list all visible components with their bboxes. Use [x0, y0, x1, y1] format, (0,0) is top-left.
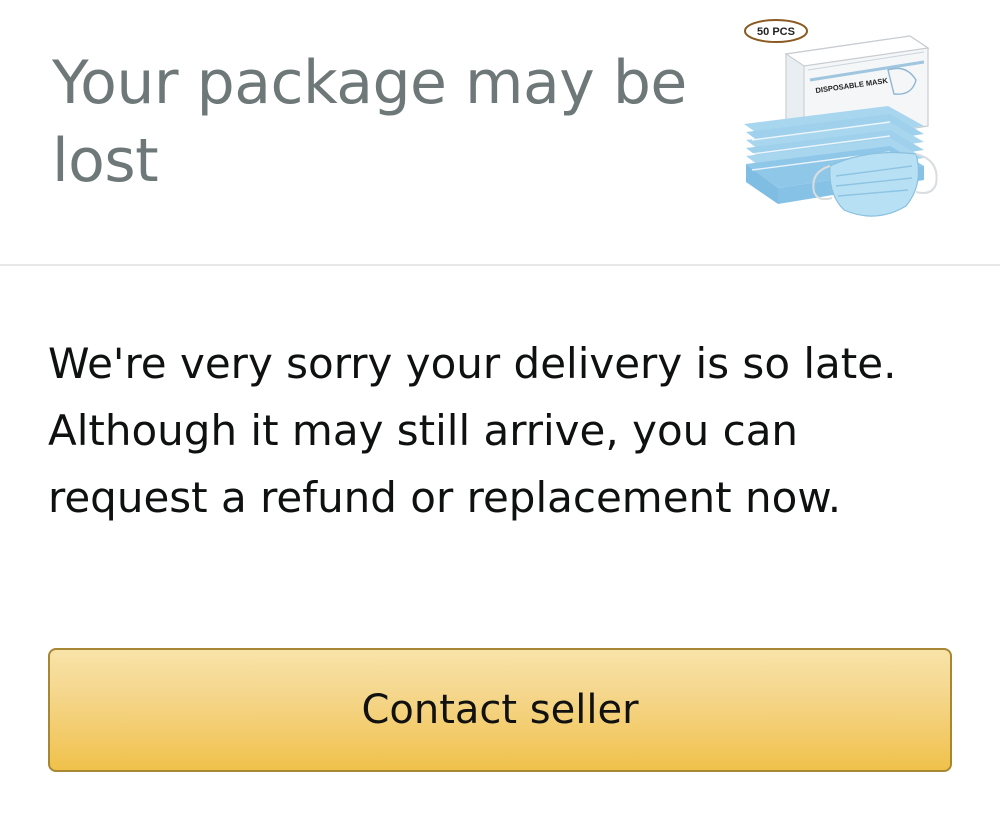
- lost-package-page: Your package may be lost 50 PCS DISPOSAB…: [0, 0, 1000, 838]
- box-badge-text: 50 PCS: [757, 26, 795, 38]
- contact-seller-label: Contact seller: [361, 687, 639, 733]
- page-title: Your package may be lost: [52, 48, 687, 196]
- contact-seller-button[interactable]: Contact seller: [48, 648, 952, 772]
- product-image: 50 PCS DISPOSABLE MASK: [744, 19, 938, 217]
- page-header: Your package may be lost 50 PCS DISPOSAB…: [0, 0, 1000, 266]
- delay-message: We're very sorry your delivery is so lat…: [48, 339, 897, 522]
